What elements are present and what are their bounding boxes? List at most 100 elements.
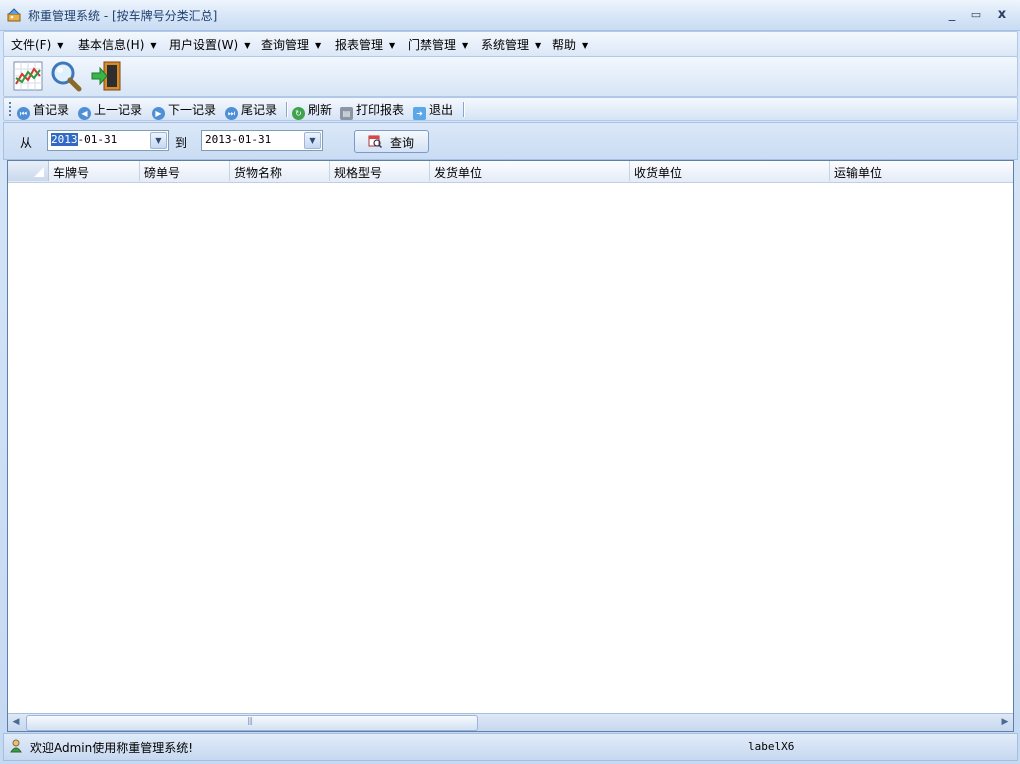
chevron-down-icon: ▼ bbox=[150, 41, 157, 50]
column-header-ticket[interactable]: 磅单号 bbox=[140, 161, 230, 181]
menu-basic-info-label: 基本信息(H) bbox=[78, 38, 145, 52]
exit-label: 退出 bbox=[429, 103, 454, 117]
next-record-button[interactable]: ▶ 下一记录 bbox=[152, 101, 216, 120]
main-toolbar bbox=[3, 56, 1018, 97]
menu-report[interactable]: 报表管理 ▼ bbox=[335, 36, 395, 53]
chevron-down-icon: ▼ bbox=[389, 41, 396, 50]
first-record-label: 首记录 bbox=[33, 103, 70, 117]
menu-user-settings[interactable]: 用户设置(W) ▼ bbox=[169, 36, 250, 53]
title-bar: 称重管理系统 - [按车牌号分类汇总] _ ▭ x bbox=[0, 0, 1020, 31]
chart-icon[interactable] bbox=[12, 60, 44, 92]
menu-bar: 文件(F) ▼ 基本信息(H) ▼ 用户设置(W) ▼ 查询管理 ▼ 报表管理 ▼ 门禁管… bbox=[3, 31, 1018, 57]
toolbar-separator bbox=[286, 102, 288, 117]
next-record-icon: ▶ bbox=[152, 107, 165, 120]
menu-system-label: 系统管理 bbox=[481, 38, 530, 52]
chevron-down-icon: ▼ bbox=[315, 41, 322, 50]
scroll-left-icon[interactable]: ◀ bbox=[9, 716, 23, 729]
menu-access-control-label: 门禁管理 bbox=[408, 38, 457, 52]
print-report-button[interactable]: ▤ 打印报表 bbox=[340, 101, 404, 120]
data-grid[interactable]: 车牌号 磅单号 货物名称 规格型号 发货单位 收货单位 运输单位 ◀ ▶ bbox=[7, 160, 1014, 732]
prev-record-label: 上一记录 bbox=[94, 103, 143, 117]
next-record-label: 下一记录 bbox=[168, 103, 217, 117]
chevron-down-icon[interactable]: ▼ bbox=[150, 132, 167, 149]
minimize-button[interactable]: _ bbox=[942, 6, 962, 24]
magnifier-icon[interactable] bbox=[50, 60, 82, 92]
column-header-carrier-label: 运输单位 bbox=[834, 166, 883, 180]
column-header-spec-label: 规格型号 bbox=[334, 166, 383, 180]
refresh-label: 刷新 bbox=[308, 103, 333, 117]
query-button[interactable]: 查询 bbox=[354, 130, 429, 153]
column-header-spec[interactable]: 规格型号 bbox=[330, 161, 430, 181]
menu-file[interactable]: 文件(F) ▼ bbox=[11, 36, 63, 53]
main-window: 称重管理系统 - [按车牌号分类汇总] _ ▭ x 文件(F) ▼ 基本信息(H)… bbox=[0, 0, 1020, 764]
grid-header: 车牌号 磅单号 货物名称 规格型号 发货单位 收货单位 运输单位 bbox=[8, 161, 1013, 183]
column-header-receiver-label: 收货单位 bbox=[634, 166, 683, 180]
status-label: labelX6 bbox=[748, 740, 795, 753]
column-header-receiver[interactable]: 收货单位 bbox=[630, 161, 830, 181]
status-bar: 欢迎Admin使用称重管理系统! labelX6 bbox=[3, 733, 1018, 761]
close-button[interactable]: x bbox=[992, 6, 1012, 24]
from-date-picker[interactable]: 2013-01-31 ▼ bbox=[47, 130, 169, 151]
exit-door-icon[interactable] bbox=[90, 60, 122, 92]
from-date-selected-part: 2013 bbox=[51, 133, 78, 146]
column-header-plate-label: 车牌号 bbox=[53, 166, 90, 180]
column-header-plate[interactable]: 车牌号 bbox=[49, 161, 140, 181]
column-header-sender[interactable]: 发货单位 bbox=[430, 161, 630, 181]
menu-system[interactable]: 系统管理 ▼ bbox=[481, 36, 541, 53]
to-date-picker[interactable]: 2013-01-31 ▼ bbox=[201, 130, 323, 151]
menu-user-settings-label: 用户设置(W) bbox=[169, 38, 239, 52]
column-header-goods-label: 货物名称 bbox=[234, 166, 283, 180]
menu-help-label: 帮助 bbox=[552, 38, 577, 52]
chevron-down-icon: ▼ bbox=[244, 41, 251, 50]
chevron-down-icon: ▼ bbox=[57, 41, 64, 50]
menu-report-label: 报表管理 bbox=[335, 38, 384, 52]
horizontal-scrollbar[interactable]: ◀ ▶ bbox=[8, 713, 1013, 731]
from-date-value: 2013-01-31 bbox=[51, 133, 117, 146]
app-icon bbox=[7, 8, 21, 22]
menu-help[interactable]: 帮助 ▼ bbox=[552, 36, 588, 53]
refresh-button[interactable]: ↻ 刷新 bbox=[292, 101, 332, 120]
last-record-label: 尾记录 bbox=[241, 103, 278, 117]
chevron-down-icon[interactable]: ▼ bbox=[304, 132, 321, 149]
from-date-rest: -01-31 bbox=[77, 133, 118, 146]
to-date-value: 2013-01-31 bbox=[205, 133, 272, 146]
toolbar-grip[interactable] bbox=[9, 102, 13, 116]
user-icon bbox=[10, 739, 22, 753]
menu-query-label: 查询管理 bbox=[261, 38, 310, 52]
exit-button[interactable]: ➜ 退出 bbox=[413, 101, 453, 120]
date-filter-panel: 从 2013-01-31 ▼ 到 2013-01-31 ▼ 查询 bbox=[3, 122, 1018, 160]
toolbar-separator bbox=[463, 102, 465, 117]
column-header-ticket-label: 磅单号 bbox=[144, 166, 181, 180]
to-label: 到 bbox=[175, 136, 188, 150]
column-header-carrier[interactable]: 运输单位 bbox=[830, 161, 1012, 181]
refresh-icon: ↻ bbox=[292, 107, 305, 120]
scroll-thumb[interactable] bbox=[26, 715, 478, 731]
calendar-search-icon bbox=[368, 135, 382, 148]
query-button-label: 查询 bbox=[390, 136, 415, 150]
column-header-goods[interactable]: 货物名称 bbox=[230, 161, 330, 181]
status-message: 欢迎Admin使用称重管理系统! bbox=[30, 741, 194, 755]
menu-basic-info[interactable]: 基本信息(H) ▼ bbox=[78, 36, 157, 53]
print-report-label: 打印报表 bbox=[356, 103, 405, 117]
from-label: 从 bbox=[20, 136, 33, 150]
prev-record-button[interactable]: ◀ 上一记录 bbox=[78, 101, 142, 120]
last-record-icon: ⏭ bbox=[225, 107, 238, 120]
menu-file-label: 文件(F) bbox=[11, 38, 52, 52]
chevron-down-icon: ▼ bbox=[535, 41, 542, 50]
first-record-icon: ⏮ bbox=[17, 107, 30, 120]
first-record-button[interactable]: ⏮ 首记录 bbox=[17, 101, 69, 120]
menu-query[interactable]: 查询管理 ▼ bbox=[261, 36, 321, 53]
restore-button[interactable]: ▭ bbox=[966, 6, 986, 24]
chevron-down-icon: ▼ bbox=[462, 41, 469, 50]
chevron-down-icon: ▼ bbox=[582, 41, 589, 50]
last-record-button[interactable]: ⏭ 尾记录 bbox=[225, 101, 277, 120]
prev-record-icon: ◀ bbox=[78, 107, 91, 120]
grid-select-all-corner[interactable] bbox=[8, 161, 49, 181]
column-header-sender-label: 发货单位 bbox=[434, 166, 483, 180]
record-toolbar: ⏮ 首记录 ◀ 上一记录 ▶ 下一记录 ⏭ 尾记录 ↻ 刷新 ▤ 打印报表 ➜ 退出 bbox=[3, 97, 1018, 121]
menu-access-control[interactable]: 门禁管理 ▼ bbox=[408, 36, 468, 53]
scroll-right-icon[interactable]: ▶ bbox=[998, 716, 1012, 729]
window-title: 称重管理系统 - [按车牌号分类汇总] bbox=[28, 9, 218, 23]
printer-icon: ▤ bbox=[340, 107, 353, 120]
arrow-right-icon: ➜ bbox=[413, 107, 426, 120]
